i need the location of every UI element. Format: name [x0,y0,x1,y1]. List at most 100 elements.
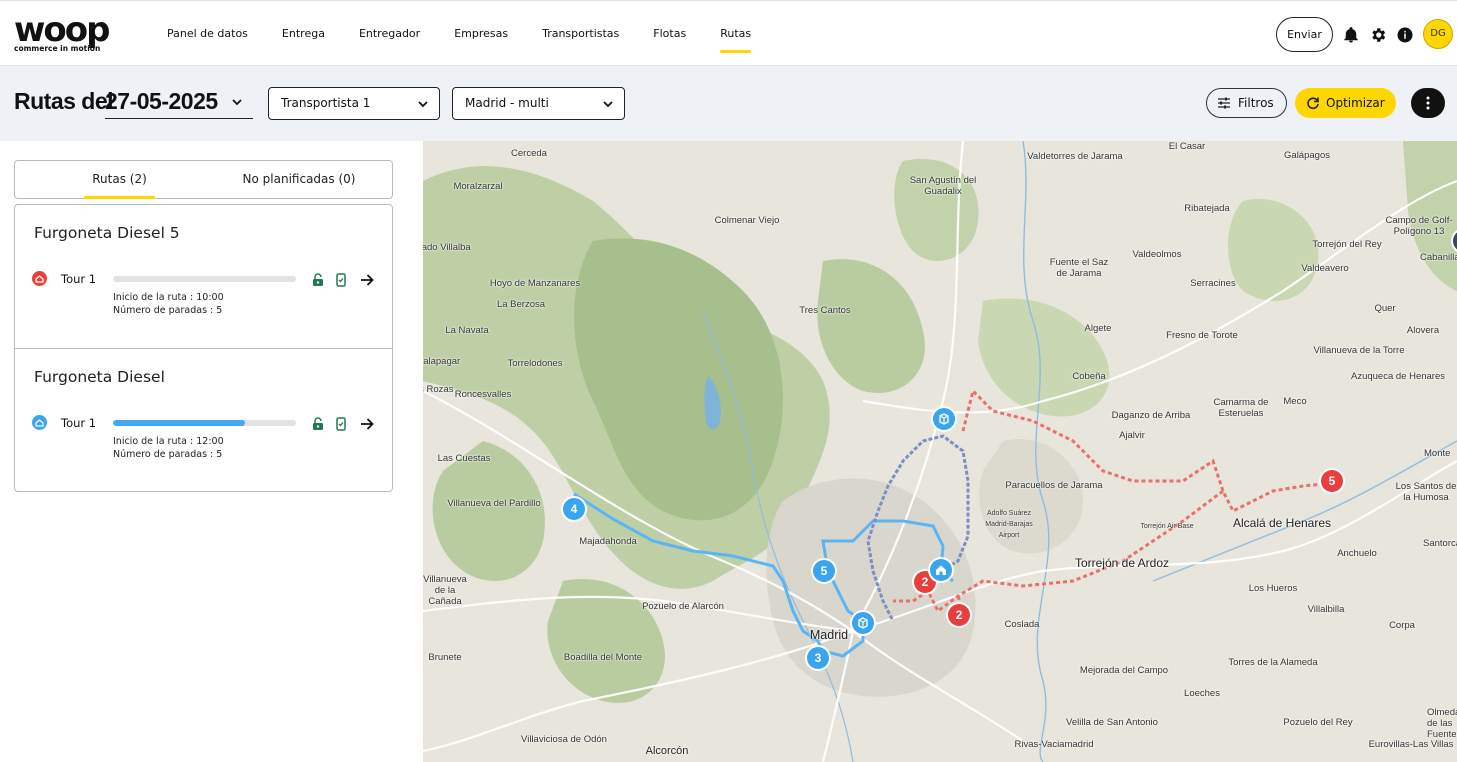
chevron-down-icon [418,101,428,108]
map-label: Algete [1084,323,1112,334]
user-avatar[interactable]: DG [1423,19,1453,49]
map-label: El Casar [1168,141,1206,152]
more-options-button[interactable] [1411,88,1445,118]
home-icon [936,565,946,575]
unlock-icon[interactable] [312,417,324,431]
nav-item-flotas[interactable]: Flotas [636,1,703,67]
warehouse-pin[interactable] [852,612,874,634]
map-label: Alcorcón [645,745,689,757]
map-label: Pozuelo de Alarcón [642,601,724,612]
route-stop-pin[interactable]: 5 [1321,470,1343,492]
route-stop-count: Número de paradas : 5 [113,305,223,316]
arrow-right-icon[interactable] [359,272,375,288]
map-label: Tres Cantos [799,305,851,316]
warehouse-pin[interactable] [933,408,955,430]
box-icon [858,617,868,629]
map-label: Villalbilla [1307,604,1345,615]
nav-item-panel-de-datos[interactable]: Panel de datos [150,1,265,67]
date-picker[interactable]: 27-05-2025 [105,88,253,119]
depot-pin[interactable] [930,559,952,581]
zone-select-value: Madrid - multi [465,96,549,110]
route-card[interactable]: Furgoneta Diesel Tour 1 Inicio de la rut… [15,348,392,491]
map-label: Rivas-Vaciamadrid [1014,739,1094,750]
map-label: Villanueva de la Torre [1313,345,1405,356]
zone-select[interactable]: Madrid - multi [452,87,625,120]
forest-area [1228,199,1319,301]
box-icon [939,413,949,425]
route-progress-bar [113,276,296,282]
tab-unplanned[interactable]: No planificadas (0) [235,161,363,198]
nav-item-entrega[interactable]: Entrega [265,1,342,67]
route-progress-fill [113,420,245,426]
map-label: Valdeolmos [1132,249,1182,260]
route-cards: Furgoneta Diesel 5 Tour 1 Inicio de la r… [14,204,393,492]
map-label: La Berzosa [496,299,546,310]
unlock-icon[interactable] [312,273,324,287]
logo-wordmark: woop [14,10,110,50]
top-navigation-bar: woop commerce in motion Panel de datos E… [0,0,1457,66]
phone-icon[interactable] [335,417,347,431]
chevron-down-icon [232,99,242,106]
map-label: Cerceda [511,148,547,159]
map-label: Eurovillas-Las Villas [1368,739,1454,750]
gear-icon[interactable] [1369,26,1387,44]
map-label: Anchuelo [1337,548,1377,559]
map-label: Los Santos de la Humosa [1395,481,1457,503]
route-stop-count: Número de paradas : 5 [113,449,223,460]
map-label: Roncesvalles [454,389,512,400]
map-label: Collado Villalba [423,242,471,253]
route-card[interactable]: Furgoneta Diesel 5 Tour 1 Inicio de la r… [15,205,392,348]
map-label: Olmeda de las Fuentes [1427,707,1457,740]
send-button[interactable]: Enviar [1276,17,1333,52]
map-label: Adolfo Suárez Madrid-Barajas Airport [985,510,1033,539]
route-progress-bar [113,420,296,426]
route-stop-pin[interactable]: 4 [563,498,585,520]
map-label: Torrejón Air Base [1140,523,1194,530]
route-map[interactable]: Cerceda Moralzarzal Collado Villalba La … [423,141,1457,762]
map-label: Mejorada del Campo [1079,665,1169,676]
tour-label: Tour 1 [61,416,97,430]
route-start-time: Inicio de la ruta : 12:00 [113,436,224,447]
map-label: Majadahonda [579,536,637,547]
woop-logo[interactable]: woop commerce in motion [14,10,124,55]
map-label: Azuqueca de Henares [1350,371,1446,382]
map-label: Torrelodones [507,358,563,369]
nav-item-rutas[interactable]: Rutas [703,1,768,67]
nav-item-transportistas[interactable]: Transportistas [525,1,636,67]
map-label: Torres de la Alameda [1228,657,1318,668]
optimize-label: Optimizar [1326,96,1385,110]
map-label: Coslada [1004,619,1040,630]
filters-button[interactable]: Filtros [1206,88,1287,118]
map-label: Villaviciosa de Odón [521,734,607,745]
map-label: Galápagos [1284,150,1330,161]
map-label: Alovera [1406,325,1440,336]
more-vertical-icon [1426,96,1430,110]
map-label: Cobeña [1072,371,1106,382]
map-label-city: Madrid [809,628,849,642]
optimize-button[interactable]: Optimizar [1295,88,1396,118]
map-label: Torrejón de Ardoz [1074,556,1170,570]
map-label: Loeches [1184,688,1220,699]
map-label: Galapagar [423,356,461,367]
nav-item-empresas[interactable]: Empresas [437,1,525,67]
route-color-icon [32,415,47,430]
map-label: Moralzarzal [453,181,503,192]
tab-routes[interactable]: Rutas (2) [84,161,155,199]
forest-area [978,298,1110,417]
map-label: Paracuellos de Jarama [1005,480,1103,491]
route-stop-pin[interactable]: 2 [948,604,970,626]
info-icon[interactable] [1396,26,1414,44]
page-title: Rutas del [14,88,114,114]
arrow-right-icon[interactable] [359,416,375,432]
main-nav: Panel de datos Entrega Entregador Empres… [150,1,768,67]
map-label: Serracines [1190,278,1236,289]
map-label: Valdetorres de Jarama [1027,151,1123,162]
nav-item-entregador[interactable]: Entregador [342,1,437,67]
phone-icon[interactable] [335,273,347,287]
route-stop-pin[interactable]: 3 [807,647,829,669]
carrier-select[interactable]: Transportista 1 [268,87,440,120]
map-label: Fresno de Torote [1166,330,1238,341]
route-stop-pin[interactable]: 5 [813,560,835,582]
map-label: Velilla de San Antonio [1066,717,1158,728]
bell-icon[interactable] [1342,26,1360,44]
